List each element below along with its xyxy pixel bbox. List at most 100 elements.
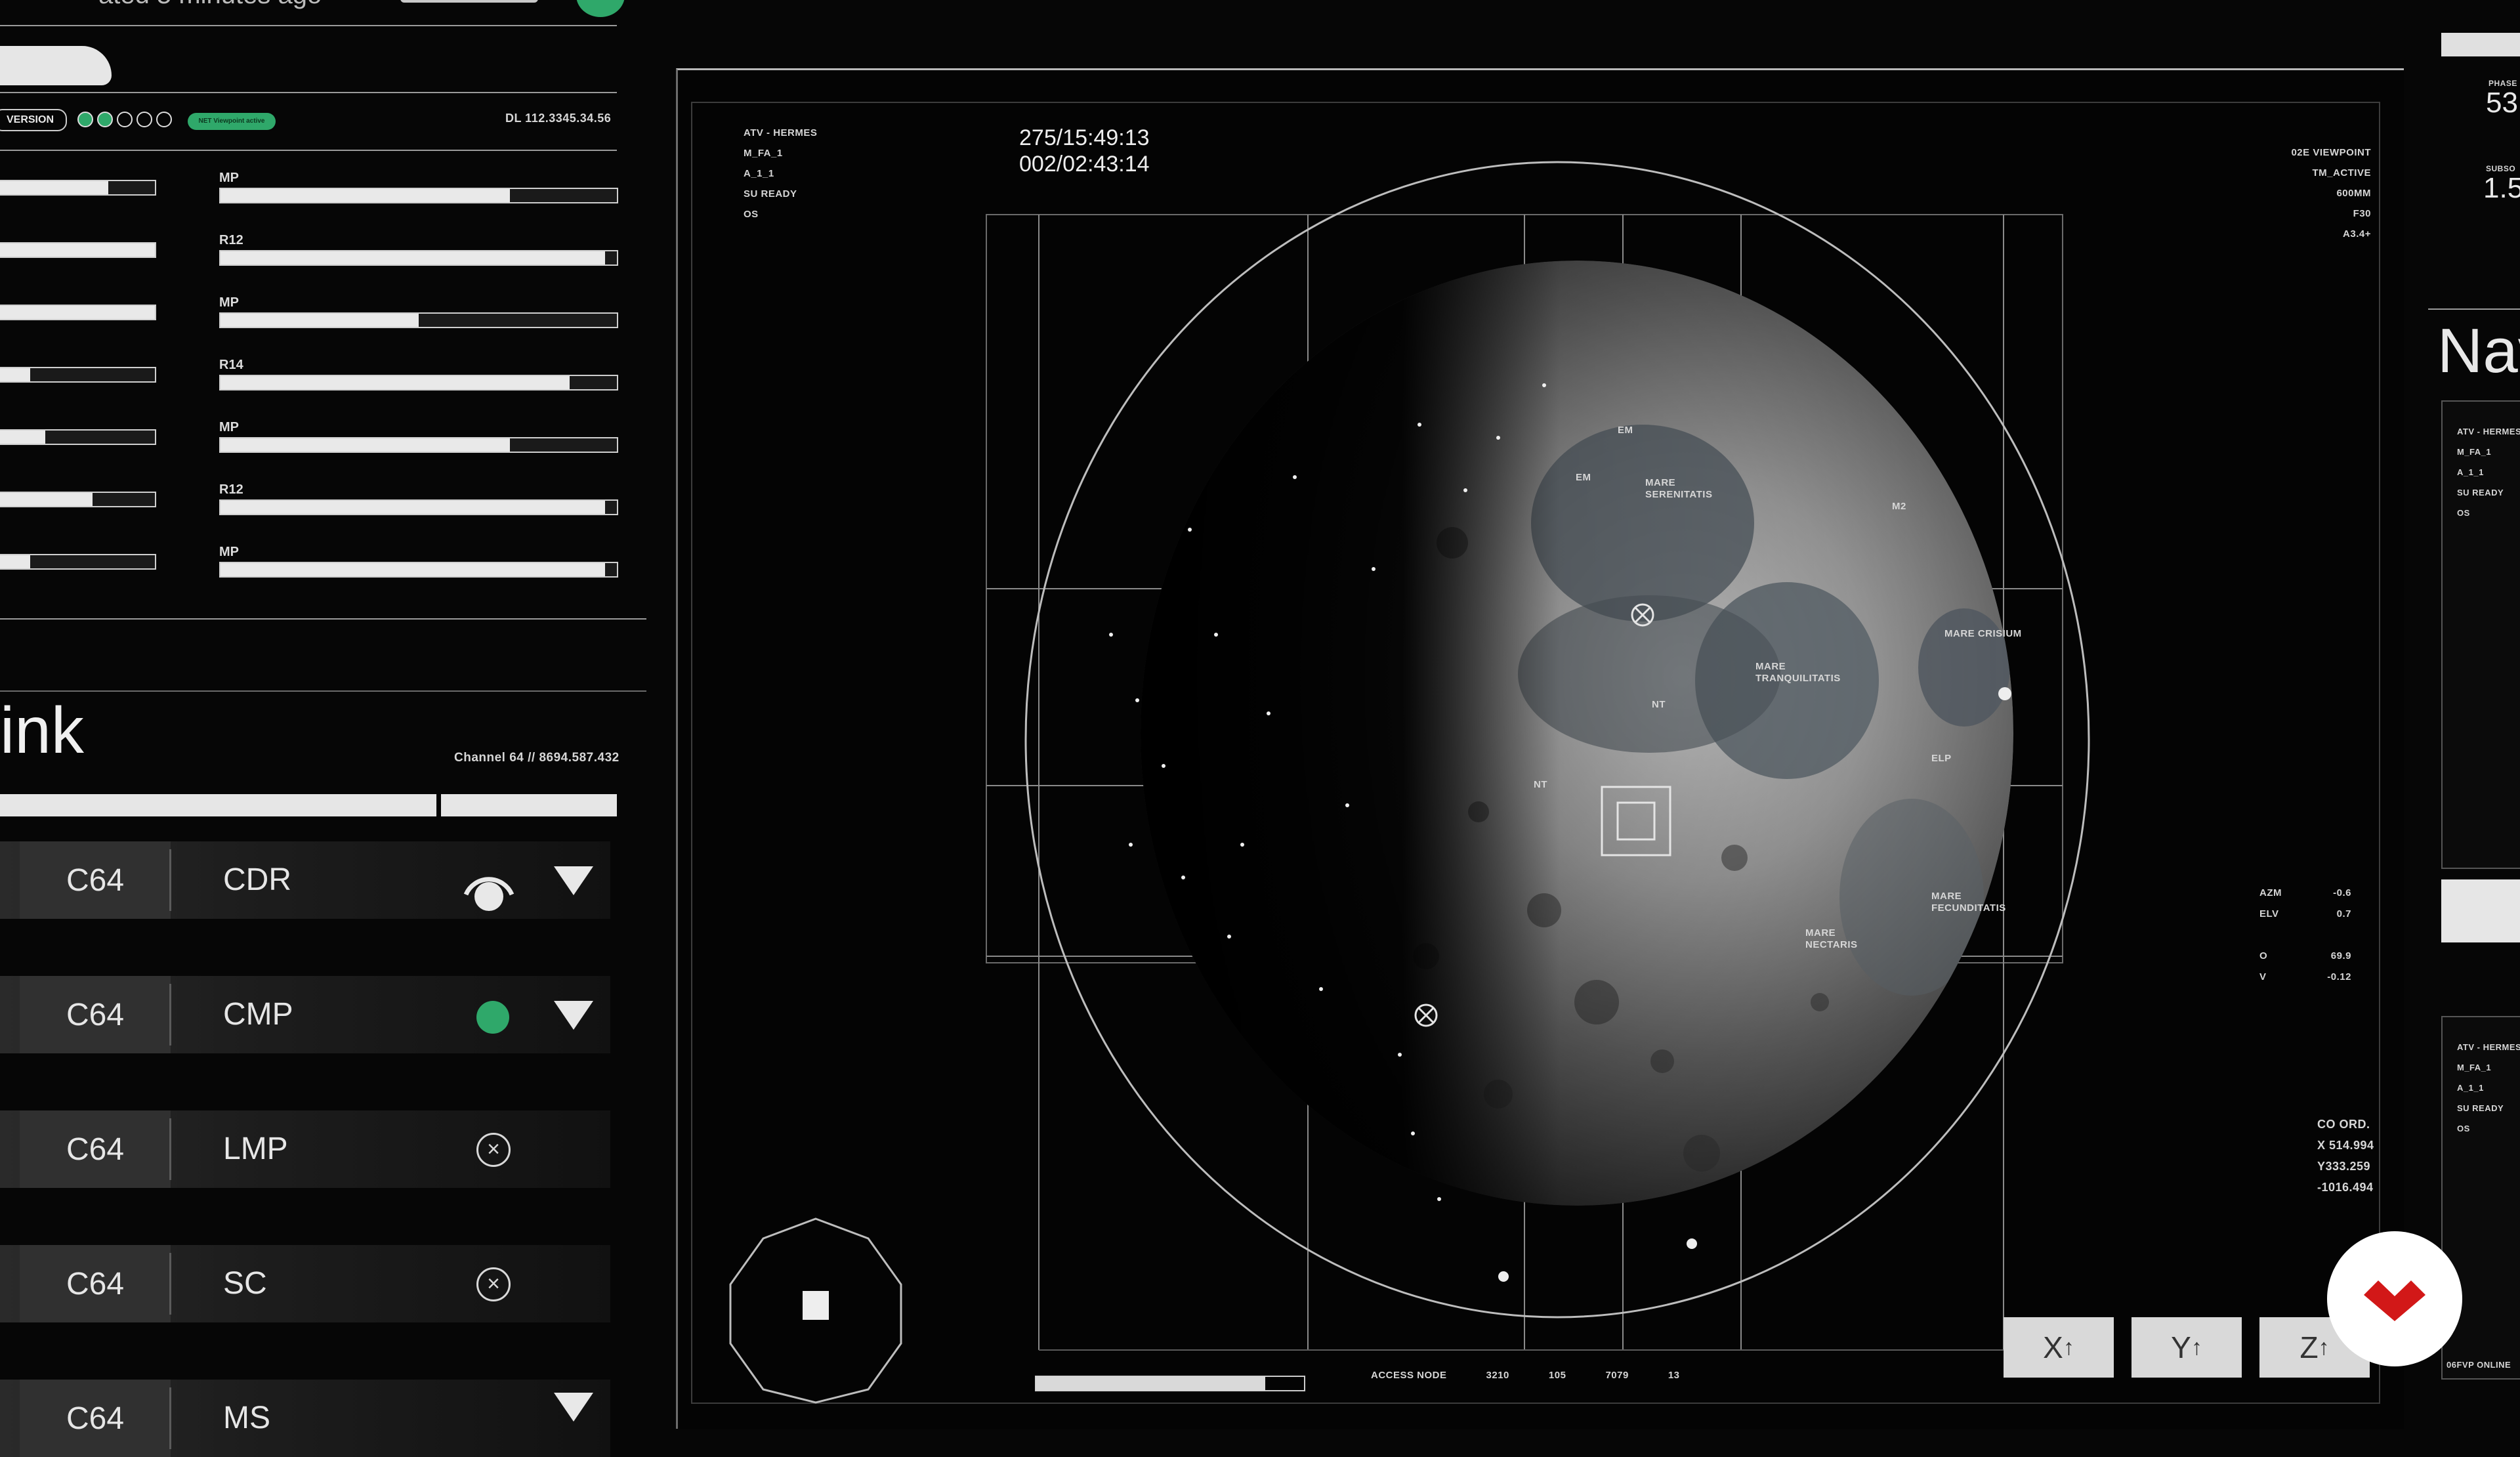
stop-button[interactable] <box>803 1291 829 1320</box>
label-nt-2: NT <box>1534 779 1547 790</box>
azm-label: AZM <box>2259 887 2282 898</box>
access-value-2: 105 <box>1548 1370 1566 1381</box>
access-value-4: 13 <box>1668 1370 1680 1381</box>
y-axis-button[interactable]: Y ↑ <box>2132 1317 2242 1378</box>
meter-bar <box>219 437 618 453</box>
orbit-node-icon[interactable] <box>1687 1238 1697 1249</box>
x-axis-button[interactable]: X ↑ <box>2004 1317 2114 1378</box>
elv-value: 0.7 <box>2336 908 2351 919</box>
chevron-down-icon[interactable] <box>554 1393 593 1422</box>
meter-fill <box>220 314 419 327</box>
moon-map[interactable] <box>678 70 2404 1409</box>
cloud-shape <box>0 46 112 85</box>
dot-empty-icon <box>117 112 133 127</box>
brand-logo-icon <box>2364 1280 2426 1321</box>
crew-row[interactable]: C64 MS <box>0 1380 610 1457</box>
dot-empty-icon <box>156 112 172 127</box>
crew-code: C64 <box>20 976 171 1053</box>
nav-bar[interactable] <box>2441 879 2520 942</box>
meter-bar-left <box>0 492 156 507</box>
orbit-node-icon[interactable] <box>1998 687 2011 700</box>
status-dots <box>77 112 172 127</box>
dot-filled-icon <box>97 112 113 127</box>
meter-fill <box>0 431 46 444</box>
x-circle-icon[interactable]: × <box>476 1133 511 1167</box>
x-circle-icon[interactable]: × <box>476 1267 511 1301</box>
status-pill-text: NET Viewpoint active <box>198 117 265 125</box>
meter-bar-left <box>0 554 156 570</box>
crew-row[interactable]: C64 LMP × <box>0 1110 610 1188</box>
crew-role: CMP <box>223 997 293 1032</box>
meter-bar-left <box>0 367 156 383</box>
right-panel: PHASE 53 SUBSO 1.5 Nav ATV - HERMES M_FA… <box>2428 0 2520 1418</box>
meter-bar <box>219 250 618 266</box>
meter-bar <box>219 499 618 515</box>
coord-block: CO ORD. X 514.994 Y333.259 -1016.494 <box>2317 1114 2374 1198</box>
meter-bar <box>219 562 618 578</box>
y-axis-label: Y <box>2171 1330 2191 1364</box>
orbit-node-icon[interactable] <box>1498 1271 1509 1282</box>
access-node-row: ACCESS NODE 3210 105 7079 13 <box>1371 1370 1680 1381</box>
azm-value: -0.6 <box>2333 887 2351 898</box>
coord-x: X 514.994 <box>2317 1139 2374 1152</box>
nav-meta-3: A_1_1 <box>2457 467 2484 477</box>
meter-fill <box>0 555 30 568</box>
dl-readout: DL 112.3345.34.56 <box>505 112 612 125</box>
meter-bar <box>219 188 618 203</box>
nav-meta-2: M_FA_1 <box>2457 447 2492 457</box>
link-title: ink <box>0 694 84 767</box>
meter-fill <box>0 306 155 319</box>
crew-role: CDR <box>223 862 291 897</box>
crew-row[interactable]: C64 CDR <box>0 841 610 919</box>
x-axis-label: X <box>2043 1330 2063 1364</box>
phase-value: 53 <box>2486 87 2518 119</box>
status-pill: NET Viewpoint active <box>188 113 276 130</box>
map-panel: ATV - HERMES M_FA_1 A_1_1 SU READY OS 27… <box>676 68 2404 1429</box>
coord-title: CO ORD. <box>2317 1118 2370 1131</box>
brand-logo-button[interactable] <box>2327 1231 2462 1366</box>
z-axis-label: Z <box>2300 1330 2319 1364</box>
nav2-meta-3: A_1_1 <box>2457 1083 2484 1093</box>
chevron-down-icon[interactable] <box>554 1001 593 1030</box>
label-em-2: EM <box>1576 472 1591 483</box>
crew-row[interactable]: C64 CMP <box>0 976 610 1053</box>
channel-readout: Channel 64 // 8694.587.432 <box>454 751 620 765</box>
link-progress-bar <box>0 794 617 816</box>
label-nt-1: NT <box>1652 699 1666 710</box>
v-value: -0.12 <box>2327 971 2351 982</box>
meter-fill <box>220 563 605 576</box>
meter-fill <box>220 251 605 264</box>
top-status-dot-icon <box>576 0 625 17</box>
left-panel: ated 5 minutes ago VERSION NET Viewpoint… <box>0 0 656 1457</box>
chevron-down-icon[interactable] <box>554 866 593 895</box>
meter-fill <box>220 376 570 389</box>
nav2-meta-1: ATV - HERMES <box>2457 1042 2520 1052</box>
nav2-meta-5: OS <box>2457 1124 2470 1133</box>
nav-meta-4: SU READY <box>2457 488 2504 497</box>
label-em-1: EM <box>1618 425 1633 436</box>
coord-z: -1016.494 <box>2317 1181 2374 1194</box>
label-m2: M2 <box>1892 501 1906 512</box>
green-dot-icon <box>476 1001 509 1034</box>
meter-label: MP <box>219 420 239 434</box>
meter-bar-left <box>0 429 156 445</box>
v-label: V <box>2259 971 2267 982</box>
crew-code: C64 <box>20 1380 171 1457</box>
crew-divider <box>169 1118 171 1180</box>
meter-bar-left <box>0 180 156 196</box>
meter-bar <box>219 375 618 391</box>
crew-role: SC <box>223 1266 267 1301</box>
nav2-meta-4: SU READY <box>2457 1103 2504 1113</box>
label-serenitatis: MARE SERENITATIS <box>1645 477 1713 500</box>
version-badge[interactable]: VERSION <box>0 109 67 131</box>
meter-fill <box>220 189 510 202</box>
elv-label: ELV <box>2259 908 2279 919</box>
label-nectaris: MARE NECTARIS <box>1805 927 1858 950</box>
meter-fill <box>0 243 155 257</box>
meter-bar-left <box>0 242 156 258</box>
version-label: VERSION <box>6 114 54 125</box>
nav2-meta-2: M_FA_1 <box>2457 1063 2492 1072</box>
top-status-text: ated 5 minutes ago <box>98 0 322 10</box>
crew-row[interactable]: C64 SC × <box>0 1245 610 1322</box>
label-fecunditatis: MARE FECUNDITATIS <box>1931 891 2006 914</box>
